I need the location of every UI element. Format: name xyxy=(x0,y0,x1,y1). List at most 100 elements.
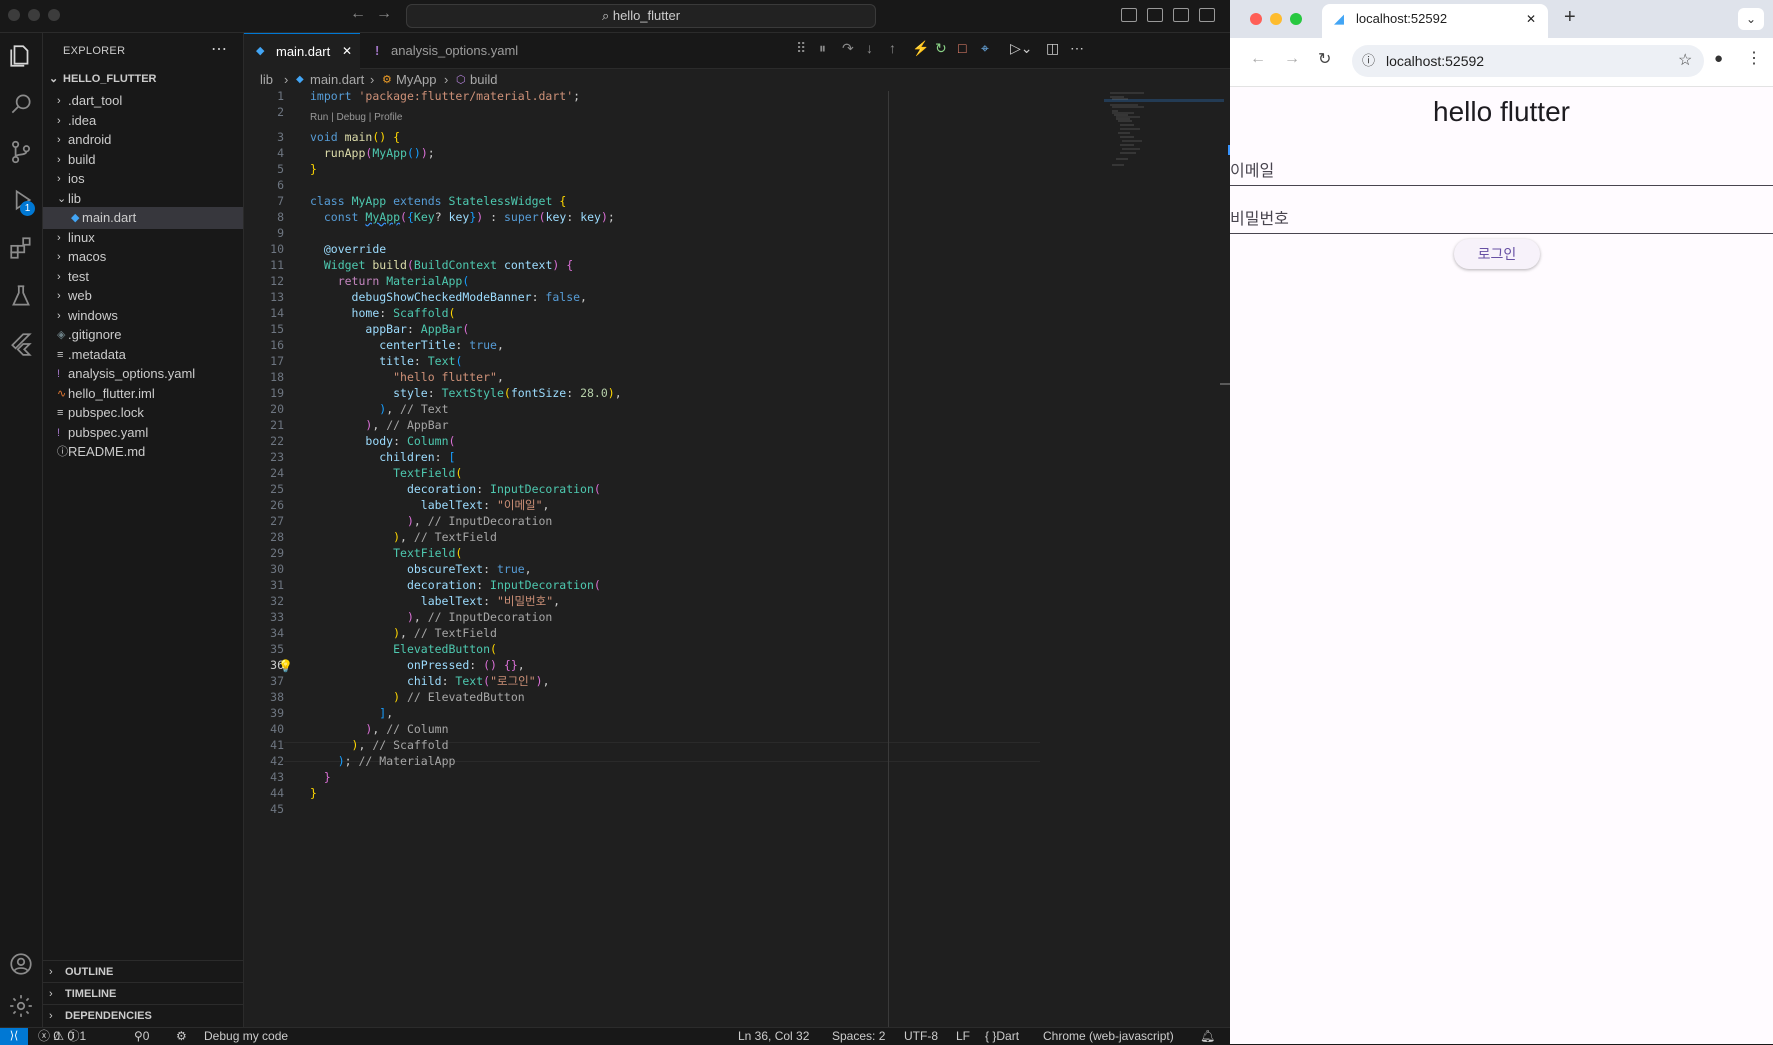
window-minimize-button[interactable] xyxy=(1270,13,1282,25)
window-close-button[interactable] xyxy=(8,9,20,21)
timeline-section[interactable]: › TIMELINE xyxy=(43,982,243,1005)
window-zoom-button[interactable] xyxy=(1290,13,1302,25)
code-line: } xyxy=(310,786,317,800)
tree-file[interactable]: ⓘ README.md xyxy=(43,441,243,463)
settings-gear-icon[interactable] xyxy=(8,993,34,1019)
command-center-label: hello_flutter xyxy=(612,8,681,23)
testing-flask-icon[interactable] xyxy=(8,283,34,309)
encoding[interactable]: UTF-8 xyxy=(904,1028,938,1045)
code-editor[interactable]: 1 2 3 4 5 6 7 8 9 10 11 12 13 14 15 16 17 18 19 20 21 22 23 24 2… xyxy=(244,89,1230,1027)
browser-tab[interactable]: ◢ localhost:52592 ✕ xyxy=(1322,4,1548,38)
profile-avatar-icon[interactable]: ● xyxy=(1714,50,1723,67)
new-tab-icon[interactable]: + xyxy=(1564,6,1576,29)
address-bar[interactable]: ⓘ localhost:52592 ☆ xyxy=(1352,45,1704,77)
pause-icon[interactable]: ⏸ xyxy=(819,40,826,57)
login-button[interactable]: 로그인 xyxy=(1454,239,1540,269)
email-field[interactable]: 이메일 xyxy=(1230,139,1773,186)
debug-config-label[interactable]: Debug my code xyxy=(204,1028,288,1045)
explorer-title: EXPLORER xyxy=(63,45,126,57)
notifications-bell-icon[interactable]: 🔔︎ xyxy=(1200,1028,1215,1045)
search-icon: ⌕ xyxy=(601,8,613,23)
toggle-secondary-sidebar-icon[interactable] xyxy=(1173,8,1189,22)
close-tab-icon[interactable]: ✕ xyxy=(342,34,352,69)
bookmark-star-icon[interactable]: ☆ xyxy=(1678,45,1692,77)
code-line: runApp(MyApp()); xyxy=(323,146,435,160)
window-close-button[interactable] xyxy=(1250,13,1262,25)
codelens-run-debug-profile[interactable]: Run | Debug | Profile xyxy=(310,111,402,125)
step-over-icon[interactable]: ↷ xyxy=(842,40,854,57)
flutter-app-page: hello flutter 이메일 비밀번호 로그인 xyxy=(1230,87,1773,1044)
tab-search-chevron-icon[interactable]: ⌄ xyxy=(1738,8,1764,30)
stop-icon[interactable]: □ xyxy=(958,40,966,56)
dart-file-icon: ◆ xyxy=(256,45,265,57)
minimap[interactable] xyxy=(1104,91,1224,171)
cursor-position[interactable]: Ln 36, Col 32 xyxy=(738,1028,809,1045)
editor-scrollbar[interactable] xyxy=(1220,91,1230,1027)
extensions-icon[interactable] xyxy=(8,235,34,261)
window-minimize-button[interactable] xyxy=(28,9,40,21)
lightbulb-icon[interactable]: 💡 xyxy=(278,659,293,673)
vscode-titlebar: ← → ⌕ hello_flutter xyxy=(0,0,1230,33)
app-bar-title: hello flutter xyxy=(1433,96,1570,127)
chevron-right-icon: › xyxy=(49,1010,53,1022)
line-ending[interactable]: LF xyxy=(956,1028,970,1045)
toggle-sidebar-icon[interactable] xyxy=(1121,8,1137,22)
drag-handle-icon[interactable]: ⠿ xyxy=(796,40,806,57)
problems-indicator[interactable]: ⓧ 0 ⚠ 0 ⓘ 1 xyxy=(38,1028,86,1045)
forward-arrow-icon[interactable]: → xyxy=(376,5,392,23)
status-bar: ⟩⟨ ⓧ 0 ⚠ 0 ⓘ 1 ⚲ 0 ⚙ Debug my code Ln 36… xyxy=(0,1027,1230,1045)
yaml-file-icon: ! xyxy=(375,43,380,58)
forward-arrow-icon[interactable]: → xyxy=(1284,50,1300,68)
dependencies-section[interactable]: › DEPENDENCIES xyxy=(43,1004,243,1027)
project-root[interactable]: ⌄ HELLO_FLUTTER xyxy=(43,68,243,90)
chrome-menu-icon[interactable]: ⋮ xyxy=(1746,48,1762,68)
step-into-icon[interactable]: ↓ xyxy=(866,40,873,56)
chevron-down-icon: ⌄ xyxy=(49,73,59,85)
back-arrow-icon[interactable]: ← xyxy=(350,5,366,23)
more-actions-icon[interactable]: ⋯ xyxy=(211,39,227,59)
command-center[interactable]: ⌕ hello_flutter xyxy=(406,4,876,28)
toggle-panel-icon[interactable] xyxy=(1147,8,1163,22)
flutter-icon[interactable] xyxy=(8,331,34,357)
editor-ruler xyxy=(888,91,889,1027)
back-arrow-icon[interactable]: ← xyxy=(1250,50,1266,68)
chrome-tab-strip: ◢ localhost:52592 ✕ + ⌄ xyxy=(1230,0,1773,38)
hot-reload-icon[interactable]: ⚡ xyxy=(912,40,929,57)
widget-inspector-icon[interactable]: ⌖ xyxy=(981,40,989,57)
window-zoom-button[interactable] xyxy=(48,9,60,21)
code-line: const MyApp({Key? key}) : super(key: key… xyxy=(323,210,615,224)
chrome-toolbar: ← → ↻ ⓘ localhost:52592 ☆ ● ⋮ xyxy=(1230,38,1773,87)
outline-section[interactable]: › OUTLINE xyxy=(43,960,243,983)
line-number: 45 xyxy=(270,802,284,816)
language-mode[interactable]: { } Dart xyxy=(985,1028,1019,1045)
run-debug-dropdown-icon[interactable]: ▷⌄ xyxy=(1010,40,1033,57)
chevron-right-icon: › xyxy=(49,966,53,978)
tab-analysis-options[interactable]: ! analysis_options.yaml xyxy=(361,33,521,68)
ports-indicator[interactable]: ⚲ 0 xyxy=(134,1028,149,1045)
indentation[interactable]: Spaces: 2 xyxy=(832,1028,885,1045)
chevron-right-icon: › xyxy=(284,72,289,87)
step-out-icon[interactable]: ↑ xyxy=(889,40,896,56)
hot-restart-icon[interactable]: ↻ xyxy=(935,40,947,57)
more-actions-icon[interactable]: ⋯ xyxy=(1070,40,1084,57)
flutter-device[interactable]: Chrome (web-javascript) xyxy=(1043,1028,1174,1045)
source-control-icon[interactable] xyxy=(8,139,34,165)
dart-file-icon: ◆ xyxy=(296,74,304,85)
tree-item-label: README.md xyxy=(68,444,146,459)
site-info-icon[interactable]: ⓘ xyxy=(1362,45,1375,77)
reload-icon[interactable]: ↻ xyxy=(1318,49,1331,69)
remote-indicator-icon[interactable]: ⟩⟨ xyxy=(0,1028,28,1045)
explorer-files-icon[interactable] xyxy=(8,43,34,69)
search-icon[interactable] xyxy=(8,91,34,117)
tab-main-dart[interactable]: ◆ main.dart ✕ xyxy=(244,33,360,69)
activity-bar: 1 xyxy=(0,33,43,1027)
code-line: import 'package:flutter/material.dart'; xyxy=(310,89,581,103)
debug-badge: 1 xyxy=(20,201,35,216)
password-field[interactable]: 비밀번호 xyxy=(1230,187,1773,234)
close-tab-icon[interactable]: ✕ xyxy=(1526,4,1536,34)
debug-icon[interactable]: ⚙ xyxy=(176,1028,187,1045)
accounts-icon[interactable] xyxy=(8,951,34,977)
customize-layout-icon[interactable] xyxy=(1199,8,1215,22)
split-editor-icon[interactable]: ◫ xyxy=(1046,40,1059,57)
chevron-right-icon: › xyxy=(49,988,53,1000)
